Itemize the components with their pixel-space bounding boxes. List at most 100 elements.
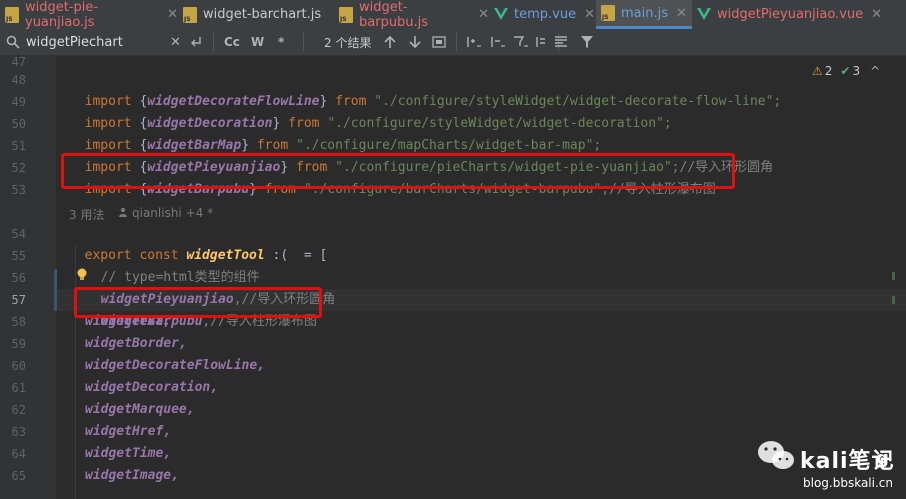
scrollbar-marker xyxy=(892,296,895,304)
regex-toggle[interactable]: * xyxy=(278,29,284,55)
line-number: 54 xyxy=(11,227,26,241)
close-icon[interactable]: ✕ xyxy=(478,7,489,22)
line-number: 50 xyxy=(11,117,26,131)
code-line-50: import {widgetBarMap} from "./configure/… xyxy=(84,138,602,153)
line-number: 55 xyxy=(11,249,26,263)
code-line-65: widgetImage, xyxy=(85,465,179,487)
person-icon xyxy=(118,206,128,220)
line-number: 48 xyxy=(11,73,26,87)
match-case-toggle[interactable]: Cc xyxy=(224,29,240,55)
select-occurrence-icon[interactable] xyxy=(535,29,551,55)
code-line-60: widgetDecorateFlowLine, xyxy=(85,355,265,377)
filter-icon[interactable] xyxy=(580,29,594,55)
tab-widget-barpubu[interactable]: widget-barpubu.js ✕ xyxy=(334,0,489,29)
lightbulb-icon[interactable] xyxy=(76,267,88,286)
identifier: widgetImage, xyxy=(85,468,179,483)
change-marker xyxy=(54,269,57,311)
line-number: 65 xyxy=(11,469,26,483)
line-number: 53 xyxy=(11,183,26,197)
vue-file-icon xyxy=(697,7,711,23)
highlight-box xyxy=(74,287,322,318)
search-icon xyxy=(6,29,20,55)
vue-file-icon xyxy=(494,7,508,23)
code-line-48: import {widgetDecorateFlowLine} from "./… xyxy=(84,94,782,109)
filter-selection-icon[interactable] xyxy=(513,29,529,55)
previous-occurrence-icon[interactable] xyxy=(384,29,396,55)
code-line-64: widgetTime, xyxy=(85,443,171,465)
line-number: 59 xyxy=(11,337,26,351)
identifier: widgetBorder, xyxy=(85,336,187,351)
remove-selection-icon[interactable] xyxy=(490,29,506,55)
line-number: 63 xyxy=(11,425,26,439)
identifier: widgetHref, xyxy=(85,424,172,439)
js-file-icon xyxy=(601,5,615,21)
code-line-49: import {widgetDecoration} from "./config… xyxy=(84,116,672,131)
tab-widget-barchart[interactable]: widget-barchart.js xyxy=(178,0,334,29)
line-number: 58 xyxy=(11,315,26,329)
js-file-icon xyxy=(339,6,353,23)
code-line-55: // type=html类型的组件 xyxy=(85,245,260,285)
inspection-widget[interactable]: ⚠ 2 ✔ 3 ^ xyxy=(812,62,880,80)
code-text: :( = [ xyxy=(264,248,328,263)
select-all-occurrences-icon[interactable] xyxy=(432,29,446,55)
line-number: 52 xyxy=(11,161,26,175)
results-count: 2 个结果 xyxy=(324,35,372,50)
code-line-61: widgetDecoration, xyxy=(85,377,218,399)
clear-search-icon[interactable]: ✕ xyxy=(170,29,181,55)
line-number: 60 xyxy=(11,359,26,373)
author-hint[interactable]: qianlishi +4 * xyxy=(132,206,213,220)
code-line-59: widgetBorder, xyxy=(85,333,187,355)
identifier: widgetDecoration, xyxy=(85,380,219,395)
tab-label: widgetPieyuanjiao.vue xyxy=(717,7,864,22)
close-icon[interactable]: ✕ xyxy=(584,7,595,22)
identifier: widgetMarquee, xyxy=(85,402,195,417)
tab-label: main.js xyxy=(621,5,668,21)
close-icon[interactable]: ✕ xyxy=(871,7,882,22)
usage-hint[interactable]: 3 用法 xyxy=(69,206,104,223)
tab-widget-pie-yuanjiao[interactable]: widget-pie-yuanjiao.js ✕ xyxy=(0,0,178,29)
identifier: widgetDecorateFlowLine, xyxy=(85,358,266,373)
close-icon[interactable]: ✕ xyxy=(167,7,178,22)
line-number: 62 xyxy=(11,403,26,417)
chevron-up-icon[interactable]: ^ xyxy=(870,64,880,78)
ok-count: 3 xyxy=(852,64,861,78)
add-selection-icon[interactable] xyxy=(466,29,482,55)
tab-label: widget-barpubu.js xyxy=(359,0,429,30)
tab-widgetpieyuanjiao-vue[interactable]: widgetPieyuanjiao.vue ✕ xyxy=(692,0,906,29)
tab-main-js[interactable]: main.js ✕ xyxy=(596,0,692,29)
code-line-54: export const widgetTool :( = [ xyxy=(69,223,328,263)
line-number: 47 xyxy=(11,55,26,69)
js-file-icon xyxy=(183,6,197,23)
tab-label: widget-barchart.js xyxy=(203,7,322,22)
tab-label: widget-pie-yuanjiao.js xyxy=(25,0,99,30)
list-icon[interactable] xyxy=(554,29,568,55)
find-bar: widgetPiechart ✕ Cc W * 2 个结果 xyxy=(0,29,906,56)
check-icon: ✔ xyxy=(840,64,851,78)
line-number: 56 xyxy=(11,271,26,285)
close-icon[interactable]: ✕ xyxy=(676,6,687,21)
wechat-icon xyxy=(756,439,796,477)
line-number: 49 xyxy=(11,95,26,109)
scrollbar-marker xyxy=(892,272,895,280)
line-number: 51 xyxy=(11,139,26,153)
new-line-icon[interactable] xyxy=(190,29,202,55)
highlight-box xyxy=(61,153,735,189)
warning-count: 2 xyxy=(824,64,833,78)
whole-word-toggle[interactable]: W xyxy=(251,29,264,55)
line-number: 64 xyxy=(11,447,26,461)
next-occurrence-icon[interactable] xyxy=(409,29,421,55)
line-number: 61 xyxy=(11,381,26,395)
indent-guide xyxy=(75,245,76,499)
code-line-63: widgetHref, xyxy=(85,421,171,443)
code-line-62: widgetMarquee, xyxy=(85,399,195,421)
tab-temp-vue[interactable]: temp.vue ✕ xyxy=(489,0,596,29)
warning-icon: ⚠ xyxy=(812,64,823,78)
js-file-icon xyxy=(5,6,19,23)
identifier: widgetTime, xyxy=(85,446,172,461)
line-number: 57 xyxy=(11,293,26,307)
watermark-g: g xyxy=(876,448,889,469)
search-input[interactable]: widgetPiechart xyxy=(26,29,123,55)
tab-label: temp.vue xyxy=(514,7,577,22)
editor-tab-bar: widget-pie-yuanjiao.js ✕ widget-barchart… xyxy=(0,0,906,30)
watermark-url: blog.bbskali.cn xyxy=(803,476,893,490)
